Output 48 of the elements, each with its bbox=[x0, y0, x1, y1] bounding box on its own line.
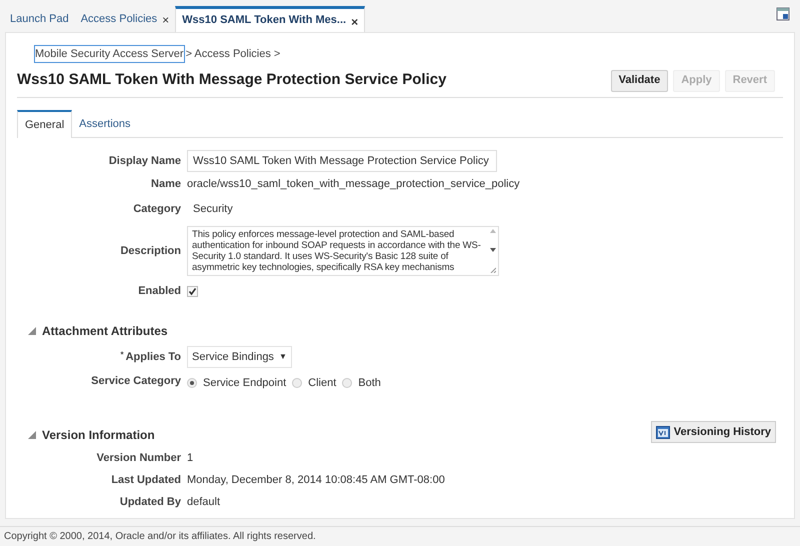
field-value: 1 bbox=[187, 450, 194, 466]
radio-label: Both bbox=[358, 376, 381, 391]
display-name-field[interactable]: Wss10 SAML Token With Message Protection Service Policy bbox=[187, 150, 497, 172]
section-heading: Version Information bbox=[42, 427, 155, 444]
field-label: Applies To bbox=[126, 350, 181, 365]
section-heading: Attachment Attributes bbox=[42, 323, 168, 340]
scroll-up-icon[interactable] bbox=[490, 229, 496, 233]
field-value: Monday, December 8, 2014 10:08:45 AM GMT-08:00 bbox=[187, 472, 445, 488]
required-mark: * bbox=[120, 348, 124, 361]
section-tab[interactable]: Assertions bbox=[72, 110, 138, 138]
field-label: Description bbox=[120, 244, 181, 257]
radio-button[interactable] bbox=[342, 378, 352, 388]
action-button[interactable]: Validate bbox=[610, 70, 668, 92]
versioning-history-button[interactable]: Versioning History bbox=[650, 421, 776, 443]
field-label: Name bbox=[151, 178, 181, 190]
field-label: Display Name bbox=[108, 154, 181, 167]
window-tab[interactable]: Launch Pad bbox=[4, 6, 75, 32]
field-label: Category bbox=[133, 202, 181, 215]
breadcrumb-link[interactable]: Mobile Security Access Server bbox=[35, 46, 184, 62]
radio-button[interactable] bbox=[292, 378, 302, 388]
field-label: Service Category bbox=[91, 374, 181, 387]
description-field[interactable]: This policy enforces message-level protection and SAML-based authentication for inbound SOAP requests in accordance with the WS-Security 1.0 standard. It uses WS-Security's Basic 128 suite of asymmetric key technologies, specifically RSA key mechanisms bbox=[187, 226, 499, 276]
breadcrumb-link[interactable]: > Access Policies > bbox=[186, 46, 280, 62]
close-tab-button[interactable]: × bbox=[351, 12, 358, 30]
collapse-icon[interactable] bbox=[28, 327, 36, 335]
window-tab[interactable]: Wss10 SAML Token With Mes... × bbox=[175, 6, 366, 32]
page-title: Wss10 SAML Token With Message Protection Service Policy bbox=[17, 70, 446, 90]
resize-grip-icon[interactable] bbox=[490, 267, 496, 273]
scroll-down-icon[interactable] bbox=[490, 248, 496, 252]
field-label: Last Updated bbox=[111, 474, 181, 486]
field-value: oracle/wss10_saml_token_with_message_protection_service_policy bbox=[187, 176, 520, 192]
field-value: default bbox=[187, 494, 220, 510]
radio-label: Client bbox=[308, 376, 336, 391]
field-value: Security bbox=[192, 202, 233, 217]
field-label: Updated By bbox=[120, 496, 181, 508]
field-label: Version Number bbox=[96, 452, 181, 464]
calendar-icon[interactable] bbox=[776, 6, 790, 21]
radio-button[interactable] bbox=[187, 378, 197, 388]
close-tab-button[interactable]: × bbox=[162, 11, 170, 29]
radio-label: Service Endpoint bbox=[203, 376, 286, 391]
version-icon bbox=[656, 425, 670, 439]
collapse-icon[interactable] bbox=[28, 431, 36, 439]
applies-to-dropdown[interactable]: Service Bindings ▼ bbox=[187, 346, 292, 368]
field-label: Enabled bbox=[138, 284, 181, 297]
window-tab[interactable]: Access Policies × bbox=[74, 6, 176, 32]
copyright-text: Copyright © 2000, 2014, Oracle and/or its affiliates. All rights reserved. bbox=[4, 530, 316, 544]
section-tab[interactable]: General bbox=[17, 110, 72, 138]
enabled-checkbox[interactable] bbox=[187, 286, 198, 296]
